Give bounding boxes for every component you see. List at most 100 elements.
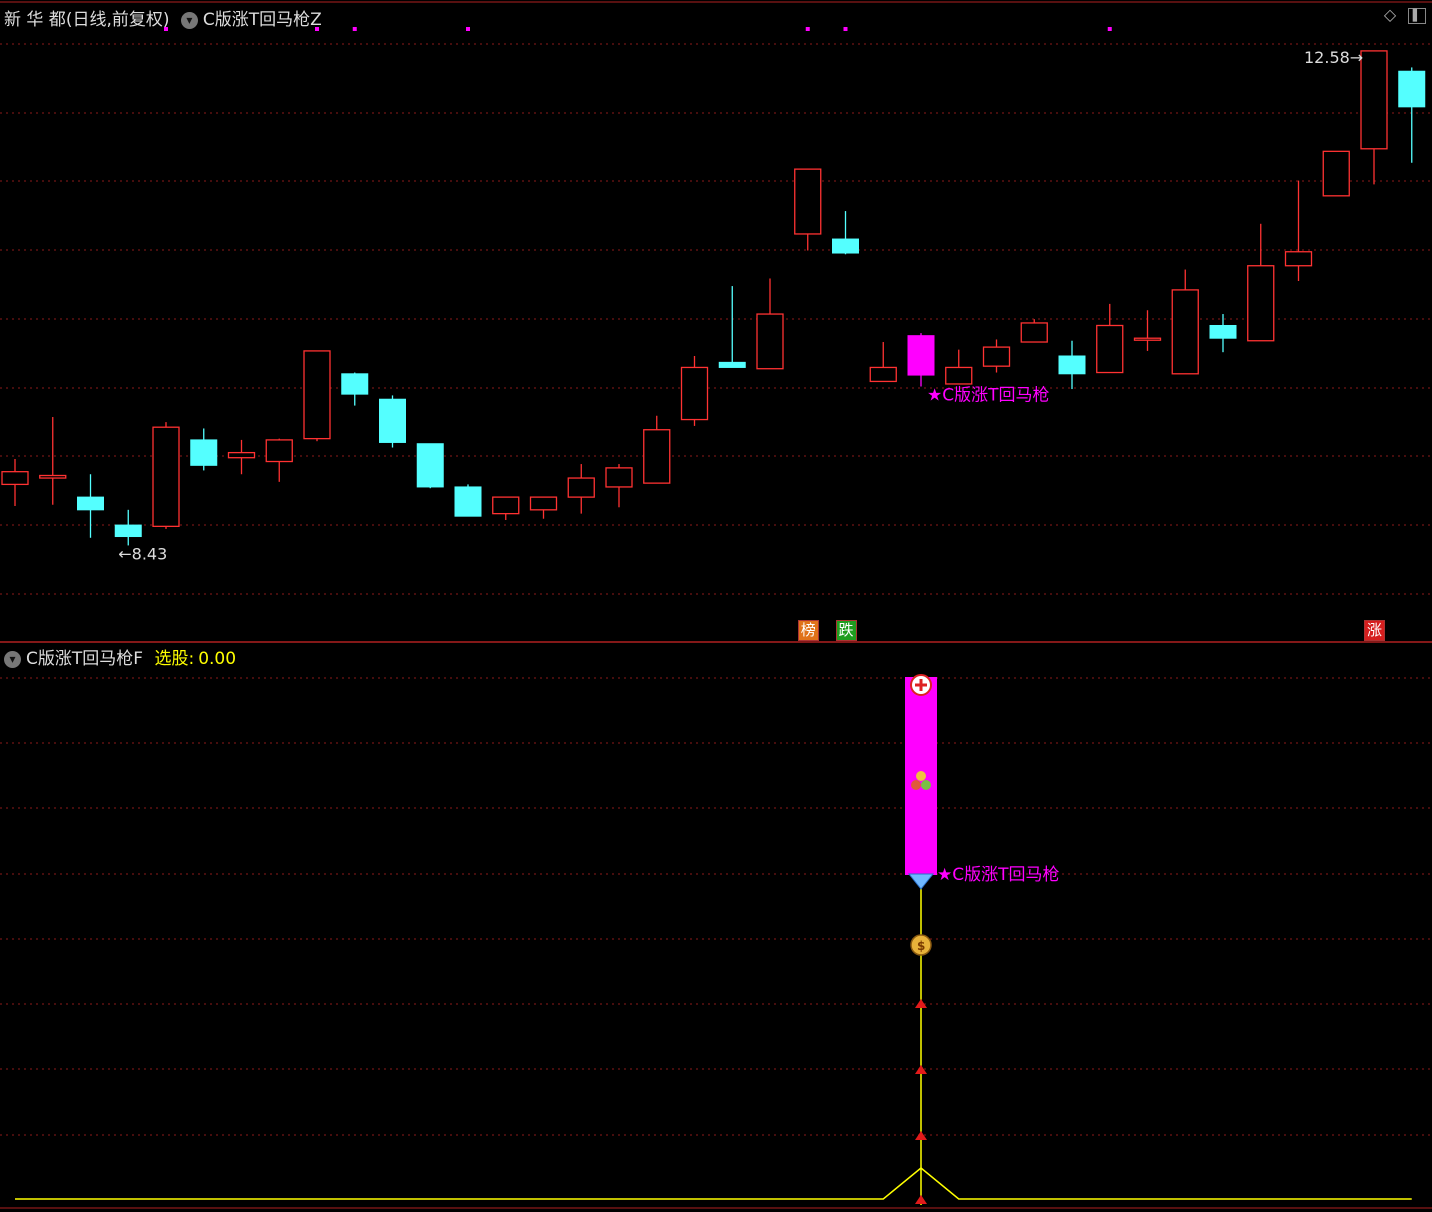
candle [605,464,633,508]
coins-icon [916,771,926,781]
candle [114,509,142,546]
diamond-gem-icon [907,873,935,890]
candle-body [416,443,444,488]
candle [1284,180,1313,281]
candle [643,415,671,484]
candle-body [605,467,633,488]
sub-panel-header: ▾ C版涨T回马枪F 选股: 0.00 [4,644,236,669]
candle [492,496,520,520]
candle [77,474,104,538]
candle [945,349,973,385]
candle [39,417,67,505]
price-label: 12.58→ [1304,48,1363,67]
candle-body [907,335,935,376]
candle-body [1020,322,1048,343]
candle-body [152,426,180,528]
chevron-down-icon[interactable]: ▾ [4,650,21,668]
top-marker [805,27,810,31]
candle-body [77,496,104,511]
chevron-down-icon[interactable]: ▾ [180,11,198,29]
candle-body [454,486,482,517]
candle-body [1247,265,1275,342]
candle-body [945,366,973,385]
select-value: 0.00 [198,649,237,669]
chart-canvas[interactable]: ★C版涨T回马枪 ←8.43 12.58→ $ ★C版涨T回马枪 [0,0,1432,1212]
candle-body [1,471,29,486]
candle [1020,319,1048,343]
candle-body [869,366,897,383]
diamond-icon[interactable]: ◇ [1381,6,1399,24]
candle-body [982,346,1011,367]
candle [341,372,369,406]
candle-body [832,238,859,254]
chart-stage[interactable]: ★C版涨T回马枪 ←8.43 12.58→ $ ★C版涨T回马枪 新 华 都(日线,前复… [0,0,1432,1212]
candle-body [341,373,369,395]
candle [1133,310,1162,351]
top-marker [466,27,470,31]
main-indicator-name[interactable]: C版涨T回马枪Z [203,10,322,30]
candle-body [1398,70,1426,108]
candle [1398,67,1426,163]
candle-body [794,168,822,235]
stock-name: 新 华 都 [4,10,66,30]
candle-body [643,429,671,484]
candle [869,342,897,383]
candle [1096,303,1124,374]
coins-icon [911,780,921,790]
candle-body [1284,251,1313,267]
candle-body [114,524,142,538]
candle-body [529,496,558,511]
window-toggle-icon[interactable]: ▌ [1408,8,1426,24]
candle-body [39,474,67,479]
candle [303,350,331,442]
candle-body [718,361,746,368]
candle-body [680,366,709,421]
candle-body [1209,324,1237,339]
candle-body [379,398,406,443]
candle-body [227,451,256,459]
candle-body [492,496,520,515]
candle [379,395,406,448]
candle [416,443,444,489]
candle [680,356,709,426]
candle [1058,340,1086,390]
candle [1209,314,1237,353]
candle [982,339,1011,373]
select-label: 选股: [154,649,195,669]
signal-line [15,1167,1412,1200]
event-badge[interactable]: 榜 [797,620,819,641]
candle [794,168,822,251]
candle [265,438,293,482]
candle-body [1171,289,1199,375]
candle [832,211,859,255]
candle-body [1360,50,1388,150]
candle [454,484,482,517]
candle-body [1096,324,1124,374]
red-arrow-up-icon [915,1195,927,1204]
candle-body [1058,355,1086,375]
top-marker [843,27,848,31]
candle-body [1133,337,1162,341]
candle [567,464,595,514]
candle [907,333,935,387]
candle-annotation: ★C版涨T回马枪 [927,386,1050,406]
event-badge[interactable]: 跌 [835,620,857,641]
event-badge[interactable]: 涨 [1364,620,1385,641]
candle [1322,150,1350,197]
top-marker [1107,27,1112,31]
sub-indicator-name[interactable]: C版涨T回马枪F [26,649,143,669]
candle [718,286,746,368]
candle-body [1322,150,1350,197]
coins-icon [921,780,931,790]
main-panel-header: 新 华 都(日线,前复权) ▾ C版涨T回马枪Z [4,5,322,30]
price-label: ←8.43 [118,544,167,563]
candle [152,422,180,529]
candle [190,428,218,471]
candle [529,496,558,519]
bar-annotation: ★C版涨T回马枪 [937,865,1060,885]
candle-body [756,313,784,370]
candle [227,439,256,475]
top-marker [352,27,357,31]
candle [1360,50,1388,185]
candle [1247,223,1275,342]
